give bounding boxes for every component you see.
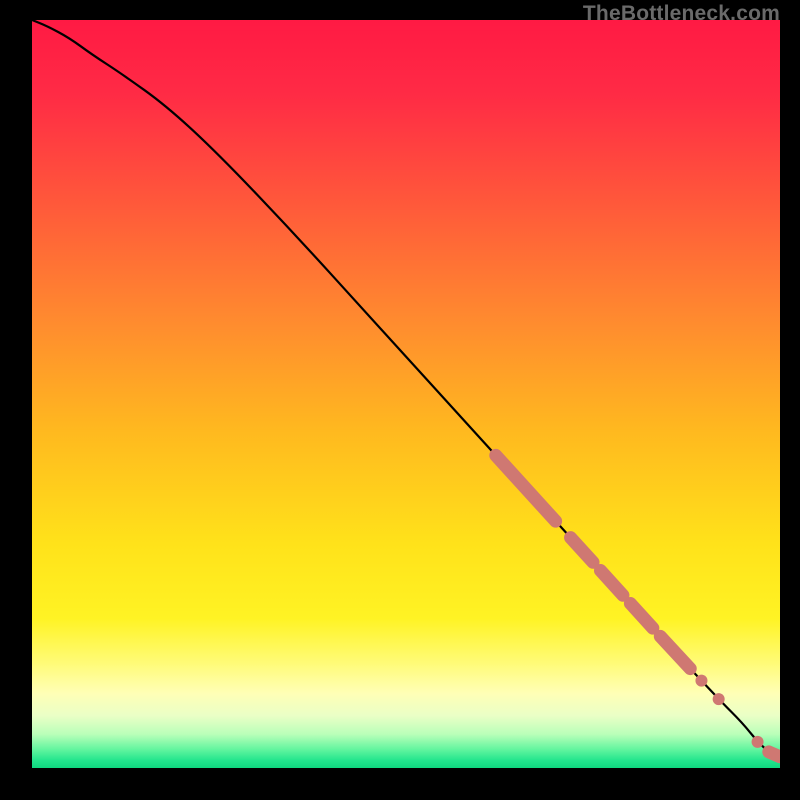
chart-plot [32, 20, 780, 768]
data-cluster [769, 752, 780, 757]
chart-stage: TheBottleneck.com [0, 0, 800, 800]
data-point [695, 675, 707, 687]
data-point [752, 736, 764, 748]
data-point [713, 693, 725, 705]
gradient-panel [32, 20, 780, 768]
